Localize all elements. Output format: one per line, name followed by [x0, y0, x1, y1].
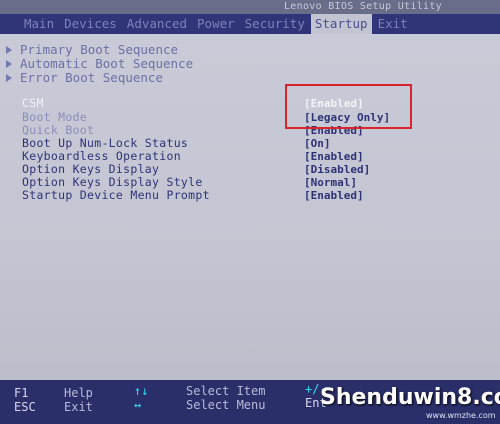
- watermark: Shenduwin8.com www.wmzhe.com: [318, 384, 500, 424]
- up-down-arrows-icon: ↑↓: [134, 384, 149, 398]
- exit-label: Exit: [64, 400, 93, 414]
- f1-key: F1: [14, 386, 29, 400]
- menu-bar: Main Devices Advanced Power Security Sta…: [0, 14, 500, 34]
- submenu-arrow-icon: [6, 60, 12, 68]
- tab-security[interactable]: Security: [241, 14, 309, 34]
- bios-title: Lenovo BIOS Setup Utility: [283, 1, 442, 12]
- submenu-arrow-icon: [6, 46, 12, 54]
- tab-power[interactable]: Power: [193, 14, 239, 34]
- option-value-startup-device-prompt[interactable]: [Enabled]: [304, 189, 364, 202]
- submenu-arrow-icon: [6, 74, 12, 82]
- highlight-annotation-box: [285, 84, 412, 129]
- tab-devices[interactable]: Devices: [60, 14, 121, 34]
- bios-title-bar: Lenovo BIOS Setup Utility: [0, 0, 500, 14]
- tab-main[interactable]: Main: [20, 14, 58, 34]
- tab-advanced[interactable]: Advanced: [123, 14, 191, 34]
- tab-exit[interactable]: Exit: [374, 14, 412, 34]
- option-value-option-keys-style[interactable]: [Normal]: [304, 176, 357, 189]
- watermark-logo: Shenduwin8.com: [320, 385, 500, 410]
- bios-screen: Lenovo BIOS Setup Utility Main Devices A…: [0, 0, 500, 424]
- select-item-label: Select Item: [186, 384, 266, 398]
- tab-startup[interactable]: Startup: [310, 14, 372, 34]
- select-menu-label: Select Menu: [186, 398, 266, 412]
- option-value-option-keys-display[interactable]: [Disabled]: [304, 163, 370, 176]
- esc-key: ESC: [14, 400, 36, 414]
- option-value-numlock[interactable]: [On]: [304, 137, 331, 150]
- option-value-keyboardless[interactable]: [Enabled]: [304, 150, 364, 163]
- option-label-startup-device-prompt[interactable]: Startup Device Menu Prompt: [22, 189, 210, 202]
- help-label: Help: [64, 386, 93, 400]
- option-label-csm[interactable]: CSM: [22, 97, 44, 110]
- watermark-url: www.wmzhe.com: [426, 411, 496, 420]
- left-right-arrows-icon: ↔: [134, 398, 142, 412]
